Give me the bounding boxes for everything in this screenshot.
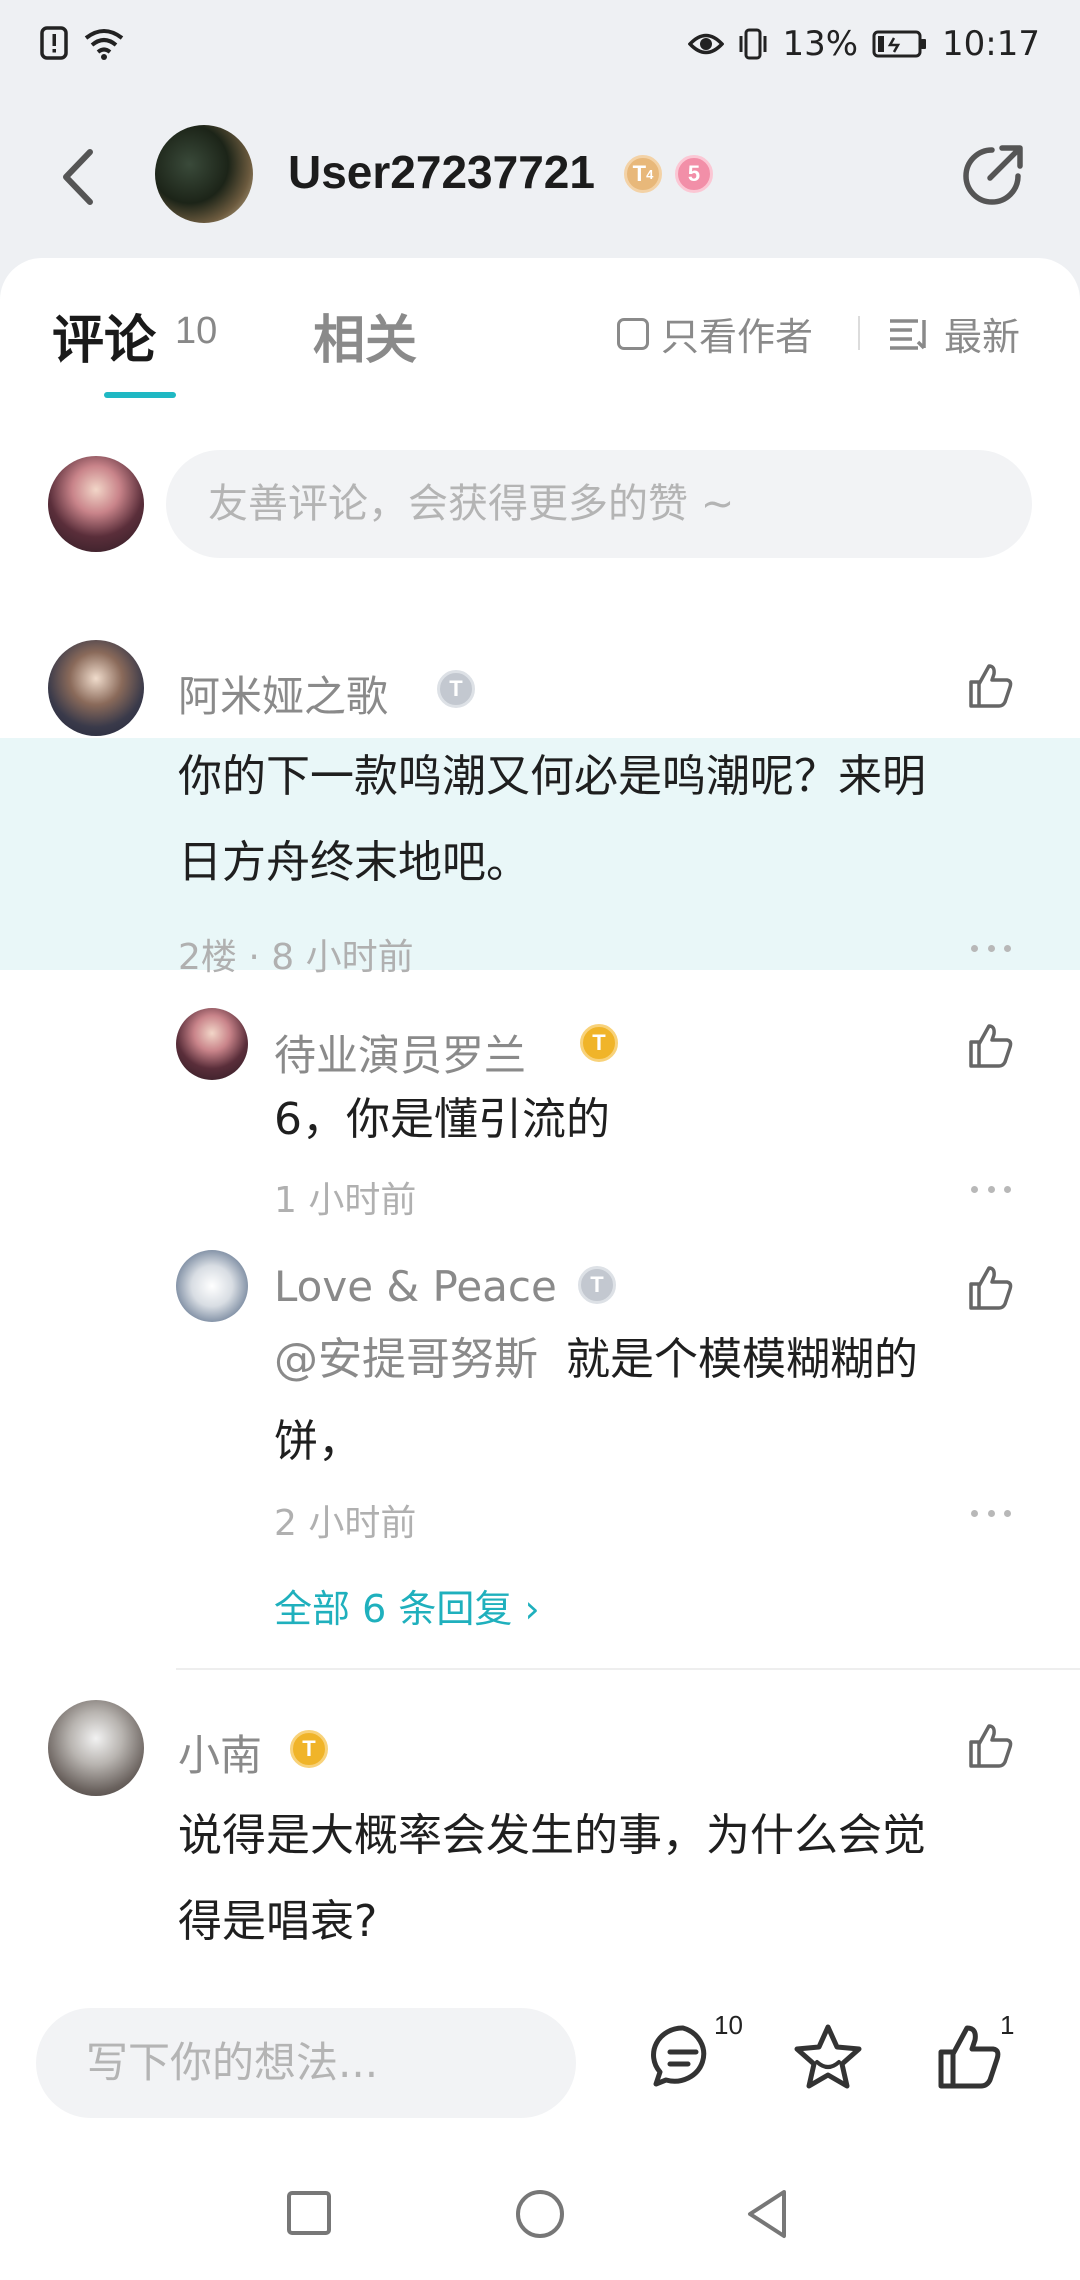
author-name[interactable]: User27237721 — [288, 145, 595, 199]
share-icon[interactable] — [958, 140, 1028, 210]
reply-meta: 2 小时前 — [274, 1503, 417, 1544]
reply-text: @安提哥努斯 就是个模模糊糊的 饼， — [274, 1334, 918, 1467]
back-icon[interactable] — [50, 142, 110, 212]
tab-comments[interactable]: 评论 — [52, 298, 156, 373]
favorite-icon[interactable] — [793, 2022, 863, 2092]
my-avatar — [48, 456, 144, 552]
like-icon[interactable] — [965, 1020, 1017, 1072]
comment-author[interactable]: 小南 — [178, 1722, 262, 1783]
level-badge-icon: T — [580, 1024, 618, 1062]
avatar[interactable] — [48, 640, 144, 736]
member-badge-icon: 5 — [675, 155, 713, 193]
battery-icon — [872, 30, 927, 58]
level-badge-number: 4 — [646, 166, 654, 182]
status-bar: 13% 10:17 — [0, 0, 1080, 90]
level-badge-icon: T4 — [624, 155, 662, 193]
more-options-icon[interactable] — [971, 1186, 1011, 1198]
reply-meta: 1 小时前 — [274, 1180, 417, 1221]
like-icon[interactable] — [965, 660, 1017, 712]
recent-apps-icon[interactable] — [286, 2190, 332, 2236]
mention-link[interactable]: @安提哥努斯 — [274, 1334, 538, 1385]
tab-comments-count: 10 — [175, 310, 218, 352]
checkbox-icon — [617, 317, 649, 350]
home-icon[interactable] — [514, 2188, 566, 2240]
avatar[interactable] — [176, 1008, 248, 1080]
eye-icon — [688, 33, 725, 55]
author-avatar[interactable] — [155, 125, 253, 223]
comment-meta: 2楼 · 8 小时前 — [178, 937, 414, 978]
like-icon[interactable] — [965, 1720, 1017, 1772]
divider — [858, 316, 860, 350]
tab-related[interactable]: 相关 — [313, 298, 417, 373]
comment-text: 说得是大概率会发生的事，为什么会觉 得是唱衰? — [178, 1810, 926, 1947]
avatar[interactable] — [176, 1250, 248, 1322]
divider — [176, 1668, 1080, 1670]
reply-author[interactable]: Love & Peace — [274, 1262, 557, 1311]
system-navigation-bar — [0, 2140, 1080, 2280]
clock: 10:17 — [942, 24, 1040, 64]
write-comment-input[interactable]: 写下你的想法... — [36, 2008, 576, 2118]
more-options-icon[interactable] — [971, 945, 1011, 957]
avatar[interactable] — [48, 1700, 144, 1796]
comment-input[interactable]: 友善评论，会获得更多的赞 ~ — [166, 450, 1032, 558]
level-badge-icon: T — [290, 1730, 328, 1768]
more-options-icon[interactable] — [971, 1510, 1011, 1522]
sort-label: 最新 — [944, 315, 1021, 359]
like-count: 1 — [1000, 2010, 1015, 2040]
sort-icon — [890, 318, 926, 350]
reply-text: 6，你是懂引流的 — [274, 1094, 610, 1145]
header: User27237721 T4 5 — [0, 90, 1080, 260]
sort-button[interactable]: 最新 — [888, 306, 1020, 361]
only-author-toggle[interactable]: 只看作者 — [617, 306, 813, 361]
like-icon[interactable] — [965, 1262, 1017, 1314]
reply-author[interactable]: 待业演员罗兰 — [274, 1022, 526, 1083]
all-replies-link[interactable]: 全部 6 条回复 › — [274, 1578, 540, 1633]
comment-count: 10 — [714, 2010, 743, 2040]
back-nav-icon[interactable] — [744, 2188, 790, 2240]
comment-text: 你的下一款鸣潮又何必是鸣潮呢？来明 日方舟终末地吧。 — [178, 751, 926, 888]
battery-percent: 13% — [782, 24, 859, 64]
chevron-right-icon: › — [524, 1587, 540, 1631]
comment-author[interactable]: 阿米娅之歌 — [178, 663, 388, 724]
bottom-action-bar: 写下你的想法... 10 1 — [0, 1980, 1080, 2140]
level-badge-icon: T — [437, 670, 475, 708]
tab-active-indicator — [104, 392, 176, 398]
wifi-icon — [84, 29, 124, 60]
vibrate-icon — [739, 28, 767, 60]
like-icon[interactable] — [935, 2022, 1005, 2092]
only-author-label: 只看作者 — [661, 315, 814, 359]
comment-icon[interactable] — [648, 2022, 718, 2092]
alert-icon — [40, 26, 68, 60]
level-badge-icon: T — [578, 1266, 616, 1304]
